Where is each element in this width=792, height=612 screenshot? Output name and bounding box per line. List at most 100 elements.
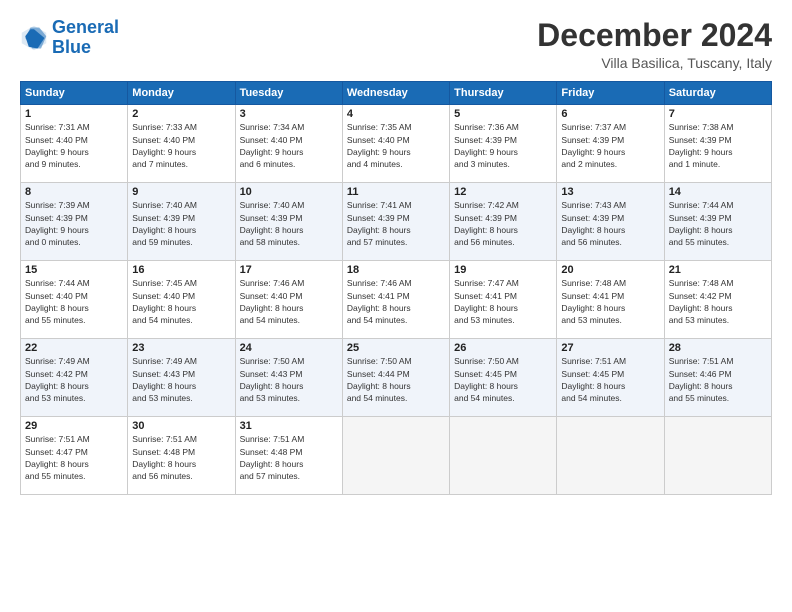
day-number: 13 bbox=[561, 186, 659, 198]
calendar-cell: 1Sunrise: 7:31 AMSunset: 4:40 PMDaylight… bbox=[21, 105, 128, 183]
day-number: 2 bbox=[132, 108, 230, 120]
weekday-header-monday: Monday bbox=[128, 82, 235, 105]
week-row-5: 29Sunrise: 7:51 AMSunset: 4:47 PMDayligh… bbox=[21, 417, 772, 495]
calendar-cell: 24Sunrise: 7:50 AMSunset: 4:43 PMDayligh… bbox=[235, 339, 342, 417]
day-info: Sunrise: 7:51 AMSunset: 4:45 PMDaylight:… bbox=[561, 355, 659, 404]
day-number: 4 bbox=[347, 108, 445, 120]
calendar-cell: 19Sunrise: 7:47 AMSunset: 4:41 PMDayligh… bbox=[450, 261, 557, 339]
calendar-cell bbox=[450, 417, 557, 495]
calendar-cell bbox=[342, 417, 449, 495]
day-info: Sunrise: 7:50 AMSunset: 4:43 PMDaylight:… bbox=[240, 355, 338, 404]
week-row-3: 15Sunrise: 7:44 AMSunset: 4:40 PMDayligh… bbox=[21, 261, 772, 339]
day-number: 18 bbox=[347, 264, 445, 276]
header: General Blue December 2024 Villa Basilic… bbox=[20, 18, 772, 71]
calendar-cell: 15Sunrise: 7:44 AMSunset: 4:40 PMDayligh… bbox=[21, 261, 128, 339]
logo-icon bbox=[20, 24, 48, 52]
main-title: December 2024 bbox=[537, 18, 772, 53]
calendar-cell bbox=[557, 417, 664, 495]
calendar-cell: 28Sunrise: 7:51 AMSunset: 4:46 PMDayligh… bbox=[664, 339, 771, 417]
day-info: Sunrise: 7:51 AMSunset: 4:48 PMDaylight:… bbox=[132, 433, 230, 482]
calendar-cell: 29Sunrise: 7:51 AMSunset: 4:47 PMDayligh… bbox=[21, 417, 128, 495]
day-number: 5 bbox=[454, 108, 552, 120]
week-row-4: 22Sunrise: 7:49 AMSunset: 4:42 PMDayligh… bbox=[21, 339, 772, 417]
calendar-cell: 7Sunrise: 7:38 AMSunset: 4:39 PMDaylight… bbox=[664, 105, 771, 183]
day-number: 30 bbox=[132, 420, 230, 432]
day-number: 14 bbox=[669, 186, 767, 198]
page: General Blue December 2024 Villa Basilic… bbox=[0, 0, 792, 612]
weekday-header-sunday: Sunday bbox=[21, 82, 128, 105]
day-info: Sunrise: 7:51 AMSunset: 4:48 PMDaylight:… bbox=[240, 433, 338, 482]
calendar-cell: 13Sunrise: 7:43 AMSunset: 4:39 PMDayligh… bbox=[557, 183, 664, 261]
calendar-cell: 31Sunrise: 7:51 AMSunset: 4:48 PMDayligh… bbox=[235, 417, 342, 495]
calendar-cell: 16Sunrise: 7:45 AMSunset: 4:40 PMDayligh… bbox=[128, 261, 235, 339]
day-info: Sunrise: 7:43 AMSunset: 4:39 PMDaylight:… bbox=[561, 199, 659, 248]
day-info: Sunrise: 7:34 AMSunset: 4:40 PMDaylight:… bbox=[240, 121, 338, 170]
day-number: 15 bbox=[25, 264, 123, 276]
weekday-header-friday: Friday bbox=[557, 82, 664, 105]
day-info: Sunrise: 7:35 AMSunset: 4:40 PMDaylight:… bbox=[347, 121, 445, 170]
week-row-2: 8Sunrise: 7:39 AMSunset: 4:39 PMDaylight… bbox=[21, 183, 772, 261]
calendar-cell: 27Sunrise: 7:51 AMSunset: 4:45 PMDayligh… bbox=[557, 339, 664, 417]
day-number: 20 bbox=[561, 264, 659, 276]
day-number: 22 bbox=[25, 342, 123, 354]
calendar-cell: 22Sunrise: 7:49 AMSunset: 4:42 PMDayligh… bbox=[21, 339, 128, 417]
calendar-cell: 6Sunrise: 7:37 AMSunset: 4:39 PMDaylight… bbox=[557, 105, 664, 183]
calendar: SundayMondayTuesdayWednesdayThursdayFrid… bbox=[20, 81, 772, 495]
calendar-cell: 17Sunrise: 7:46 AMSunset: 4:40 PMDayligh… bbox=[235, 261, 342, 339]
calendar-cell: 8Sunrise: 7:39 AMSunset: 4:39 PMDaylight… bbox=[21, 183, 128, 261]
day-number: 12 bbox=[454, 186, 552, 198]
title-block: December 2024 Villa Basilica, Tuscany, I… bbox=[537, 18, 772, 71]
day-info: Sunrise: 7:33 AMSunset: 4:40 PMDaylight:… bbox=[132, 121, 230, 170]
calendar-cell: 10Sunrise: 7:40 AMSunset: 4:39 PMDayligh… bbox=[235, 183, 342, 261]
day-info: Sunrise: 7:38 AMSunset: 4:39 PMDaylight:… bbox=[669, 121, 767, 170]
logo-line1: General bbox=[52, 17, 119, 37]
day-number: 23 bbox=[132, 342, 230, 354]
weekday-header-row: SundayMondayTuesdayWednesdayThursdayFrid… bbox=[21, 82, 772, 105]
calendar-cell: 20Sunrise: 7:48 AMSunset: 4:41 PMDayligh… bbox=[557, 261, 664, 339]
calendar-cell: 11Sunrise: 7:41 AMSunset: 4:39 PMDayligh… bbox=[342, 183, 449, 261]
day-number: 29 bbox=[25, 420, 123, 432]
weekday-header-wednesday: Wednesday bbox=[342, 82, 449, 105]
day-info: Sunrise: 7:36 AMSunset: 4:39 PMDaylight:… bbox=[454, 121, 552, 170]
day-number: 27 bbox=[561, 342, 659, 354]
day-info: Sunrise: 7:48 AMSunset: 4:41 PMDaylight:… bbox=[561, 277, 659, 326]
calendar-cell: 30Sunrise: 7:51 AMSunset: 4:48 PMDayligh… bbox=[128, 417, 235, 495]
day-number: 24 bbox=[240, 342, 338, 354]
subtitle: Villa Basilica, Tuscany, Italy bbox=[537, 55, 772, 71]
day-number: 7 bbox=[669, 108, 767, 120]
day-info: Sunrise: 7:45 AMSunset: 4:40 PMDaylight:… bbox=[132, 277, 230, 326]
day-number: 1 bbox=[25, 108, 123, 120]
calendar-cell: 3Sunrise: 7:34 AMSunset: 4:40 PMDaylight… bbox=[235, 105, 342, 183]
weekday-header-saturday: Saturday bbox=[664, 82, 771, 105]
day-info: Sunrise: 7:51 AMSunset: 4:47 PMDaylight:… bbox=[25, 433, 123, 482]
day-number: 11 bbox=[347, 186, 445, 198]
weekday-header-tuesday: Tuesday bbox=[235, 82, 342, 105]
day-info: Sunrise: 7:40 AMSunset: 4:39 PMDaylight:… bbox=[240, 199, 338, 248]
day-info: Sunrise: 7:40 AMSunset: 4:39 PMDaylight:… bbox=[132, 199, 230, 248]
calendar-cell: 2Sunrise: 7:33 AMSunset: 4:40 PMDaylight… bbox=[128, 105, 235, 183]
day-number: 31 bbox=[240, 420, 338, 432]
day-number: 9 bbox=[132, 186, 230, 198]
day-info: Sunrise: 7:48 AMSunset: 4:42 PMDaylight:… bbox=[669, 277, 767, 326]
day-info: Sunrise: 7:46 AMSunset: 4:41 PMDaylight:… bbox=[347, 277, 445, 326]
calendar-cell: 5Sunrise: 7:36 AMSunset: 4:39 PMDaylight… bbox=[450, 105, 557, 183]
day-number: 19 bbox=[454, 264, 552, 276]
logo-text: General Blue bbox=[52, 18, 119, 58]
calendar-cell: 23Sunrise: 7:49 AMSunset: 4:43 PMDayligh… bbox=[128, 339, 235, 417]
calendar-cell: 21Sunrise: 7:48 AMSunset: 4:42 PMDayligh… bbox=[664, 261, 771, 339]
day-number: 10 bbox=[240, 186, 338, 198]
day-info: Sunrise: 7:49 AMSunset: 4:43 PMDaylight:… bbox=[132, 355, 230, 404]
day-info: Sunrise: 7:31 AMSunset: 4:40 PMDaylight:… bbox=[25, 121, 123, 170]
day-number: 26 bbox=[454, 342, 552, 354]
day-number: 3 bbox=[240, 108, 338, 120]
day-info: Sunrise: 7:49 AMSunset: 4:42 PMDaylight:… bbox=[25, 355, 123, 404]
day-number: 21 bbox=[669, 264, 767, 276]
calendar-cell: 4Sunrise: 7:35 AMSunset: 4:40 PMDaylight… bbox=[342, 105, 449, 183]
day-info: Sunrise: 7:42 AMSunset: 4:39 PMDaylight:… bbox=[454, 199, 552, 248]
day-info: Sunrise: 7:51 AMSunset: 4:46 PMDaylight:… bbox=[669, 355, 767, 404]
calendar-cell: 18Sunrise: 7:46 AMSunset: 4:41 PMDayligh… bbox=[342, 261, 449, 339]
day-info: Sunrise: 7:50 AMSunset: 4:44 PMDaylight:… bbox=[347, 355, 445, 404]
day-info: Sunrise: 7:39 AMSunset: 4:39 PMDaylight:… bbox=[25, 199, 123, 248]
day-number: 8 bbox=[25, 186, 123, 198]
calendar-cell: 26Sunrise: 7:50 AMSunset: 4:45 PMDayligh… bbox=[450, 339, 557, 417]
